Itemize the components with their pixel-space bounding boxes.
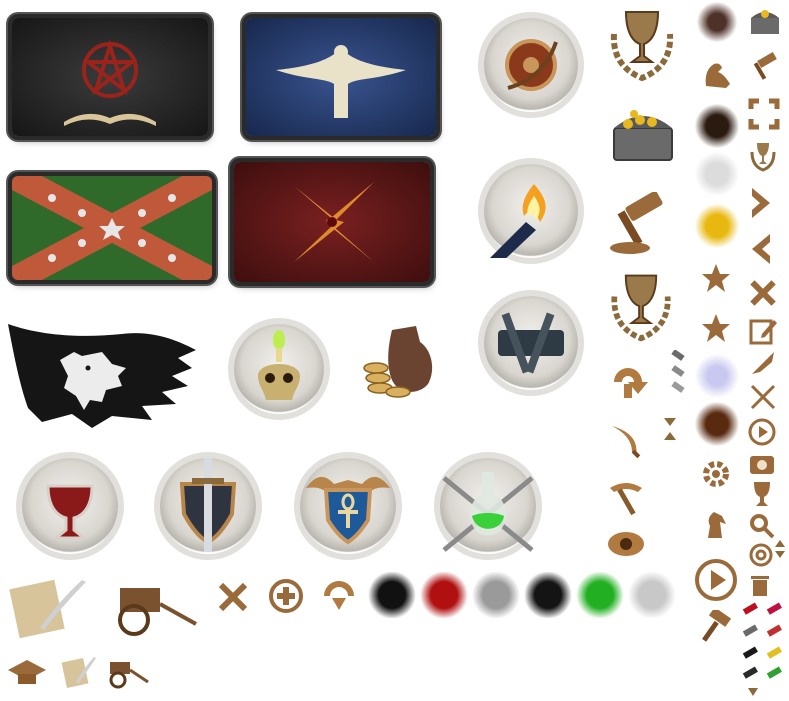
graduation-cap-icon xyxy=(6,656,48,692)
crossed-swords-icon xyxy=(748,382,778,412)
cart-icon xyxy=(106,574,198,638)
fullscreen-icon xyxy=(748,98,780,130)
particles-dark-brown xyxy=(694,104,740,148)
particles-green xyxy=(576,572,624,618)
play-circle-icon[interactable] xyxy=(748,418,776,446)
chalice-icon xyxy=(22,458,118,554)
flag-confederate-green xyxy=(12,176,212,280)
skull-candle-icon xyxy=(234,324,324,414)
ankh-shield-icon xyxy=(300,458,396,554)
quill-icon xyxy=(748,348,778,378)
particles-grey xyxy=(472,572,520,618)
particles-brown xyxy=(694,402,740,446)
play-button-icon[interactable] xyxy=(694,558,738,602)
particles-black-2 xyxy=(524,572,572,618)
at-sign-icon xyxy=(748,542,774,568)
knight-icon xyxy=(700,508,732,540)
trophy-wreath-small-icon xyxy=(604,268,678,344)
scimitar-icon xyxy=(606,422,646,462)
ammo-tokens-icon xyxy=(740,600,786,698)
particles-gold xyxy=(694,204,740,248)
torch-icon xyxy=(484,164,578,258)
edit-icon xyxy=(748,316,778,346)
particles-red xyxy=(420,572,468,618)
axe-cross-icon xyxy=(214,578,252,616)
eye-icon xyxy=(606,528,646,560)
saltire-stars-icon xyxy=(12,176,212,280)
gavel-small-icon xyxy=(748,52,780,84)
particles-white xyxy=(694,152,740,196)
coin-pouch-icon xyxy=(358,320,440,402)
lightning-cross-icon xyxy=(294,182,374,262)
trophy-icon xyxy=(748,480,776,510)
flag-pentagram-book xyxy=(12,18,208,136)
eagle-icon xyxy=(276,45,406,118)
flag-white-eagle xyxy=(246,18,436,136)
particles-black xyxy=(368,572,416,618)
plus-circle-icon[interactable] xyxy=(268,578,304,614)
shield-bow-icon xyxy=(484,18,578,112)
trophy-wreath-tiny-icon xyxy=(748,140,778,172)
particles-dark-red xyxy=(696,2,738,42)
scroll-arrows-icon[interactable] xyxy=(774,538,786,560)
hammer-icon xyxy=(700,610,734,644)
crossed-tools-icon xyxy=(748,278,778,308)
chest-small-icon xyxy=(748,4,782,36)
sword-shield-icon xyxy=(160,458,256,554)
flag-red-lightning xyxy=(234,162,430,282)
star-icon xyxy=(700,262,732,294)
scroll-quill-small-icon xyxy=(58,654,98,692)
star-large-icon xyxy=(700,312,732,344)
gear-icon[interactable] xyxy=(700,458,732,490)
chevron-right-icon xyxy=(750,186,772,220)
chevron-left-icon xyxy=(750,232,772,266)
download-arrow-icon[interactable] xyxy=(318,576,360,616)
refresh-arrow-icon xyxy=(606,360,650,404)
pickaxe-icon xyxy=(606,478,646,518)
arm-strength-icon xyxy=(700,56,736,92)
trophy-wreath-icon xyxy=(604,4,680,84)
trash-icon[interactable] xyxy=(748,572,772,598)
hourglass-arrows-icon xyxy=(662,416,678,442)
camera-icon[interactable] xyxy=(748,450,776,476)
treasure-chest-icon xyxy=(608,100,678,164)
toggle-handle-icon xyxy=(668,350,690,414)
particles-light-grey xyxy=(628,572,676,618)
particles-blue-white xyxy=(694,354,740,398)
pentagram-icon xyxy=(64,39,156,126)
cart-small-icon xyxy=(104,656,150,690)
hammer-tools-icon xyxy=(484,296,578,390)
flag-black-wolf-banner xyxy=(2,316,198,428)
potion-swords-icon xyxy=(440,458,536,554)
search-icon[interactable] xyxy=(748,512,776,540)
scroll-quill-icon xyxy=(4,574,88,644)
gavel-icon xyxy=(606,192,670,256)
